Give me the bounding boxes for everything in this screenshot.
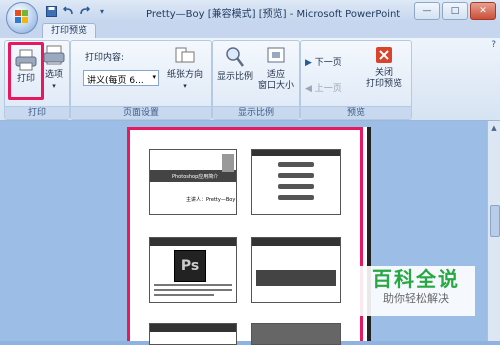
print-button[interactable]: 打印 [8, 42, 44, 100]
print-area-highlight [127, 127, 363, 341]
orientation-button[interactable]: 纸张方向 ▾ [163, 45, 207, 92]
quick-access-toolbar: ▾ [44, 4, 109, 18]
group-preview-label: 预览 [301, 106, 411, 119]
close-button[interactable]: ✕ [470, 2, 496, 20]
arrow-right-icon: ▶ [305, 58, 312, 68]
dropdown-arrow-icon: ▾ [183, 82, 187, 90]
group-page-setup: 打印内容: 讲义(每页 6... ▾ 纸张方向 ▾ 页面设置 [70, 40, 212, 120]
prev-page-label: 上一页 [314, 84, 342, 94]
next-page-button[interactable]: ▶ 下一页 [305, 55, 355, 68]
group-print-label: 打印 [5, 106, 69, 119]
dropdown-arrow-icon: ▾ [52, 82, 56, 90]
undo-icon[interactable] [61, 4, 75, 18]
options-icon [43, 45, 65, 65]
close-preview-label-1: 关闭 [374, 68, 393, 78]
chevron-down-icon: ▾ [152, 73, 156, 81]
office-button[interactable] [6, 2, 38, 34]
scroll-up-icon[interactable]: ▲ [489, 123, 499, 133]
scrollbar-thumb[interactable] [490, 205, 500, 237]
close-preview-button[interactable]: 关闭 打印预览 [359, 45, 409, 90]
minimize-button[interactable]: — [414, 2, 440, 20]
window-controls: — □ ✕ [414, 2, 496, 20]
watermark-title: 百科全说 [372, 267, 460, 291]
close-icon [376, 47, 392, 63]
print-content-label: 打印内容: [85, 53, 125, 63]
help-icon[interactable]: ? [491, 40, 496, 50]
group-print: 打印 选项 ▾ 打印 [4, 40, 70, 120]
zoom-button-label: 显示比例 [216, 72, 253, 82]
group-page-setup-label: 页面设置 [71, 106, 211, 119]
zoom-button[interactable]: 显示比例 [215, 45, 255, 83]
print-content-value: 讲义(每页 6... [87, 76, 144, 86]
fit-window-label-1: 适应 [266, 70, 285, 80]
window-title: Pretty—Boy [兼容模式] [预览] - Microsoft Power… [146, 9, 401, 20]
print-button-label: 打印 [16, 74, 35, 84]
ribbon-tab-row: 打印预览 [0, 22, 500, 39]
options-button[interactable]: 选项 ▾ [41, 45, 67, 97]
group-preview: ▶ 下一页 ◀ 上一页 关闭 打印预览 预览 [300, 40, 412, 120]
vertical-scrollbar[interactable]: ▲ [487, 121, 500, 341]
maximize-button[interactable]: □ [442, 2, 468, 20]
fit-to-window-icon [267, 47, 285, 63]
page-orientation-icon [175, 47, 195, 63]
save-icon[interactable] [44, 4, 58, 18]
printer-icon [15, 49, 37, 71]
print-content-select[interactable]: 讲义(每页 6... ▾ [83, 70, 159, 86]
options-button-label: 选项 [44, 70, 63, 80]
group-zoom-label: 显示比例 [213, 106, 299, 119]
watermark: 百科全说 助你轻松解决 [357, 266, 475, 316]
group-zoom: 显示比例 适应 窗口大小 显示比例 [212, 40, 300, 120]
customize-qat-icon[interactable]: ▾ [95, 4, 109, 18]
next-page-label: 下一页 [314, 58, 342, 68]
orientation-label: 纸张方向 [166, 70, 203, 80]
arrow-left-icon: ◀ [305, 84, 312, 94]
tab-print-preview[interactable]: 打印预览 [42, 23, 97, 39]
watermark-subtitle: 助你轻松解决 [383, 292, 449, 305]
magnifier-icon [226, 47, 244, 67]
ribbon: 打印 选项 ▾ 打印 打印内容: 讲义(每页 6... ▾ 纸张方向 ▾ 页面设… [0, 38, 500, 121]
fit-window-button[interactable]: 适应 窗口大小 [255, 45, 297, 92]
prev-page-button[interactable]: ◀ 上一页 [305, 81, 355, 94]
close-preview-label-2: 打印预览 [365, 79, 402, 89]
office-logo-icon [15, 10, 29, 24]
fit-window-label-2: 窗口大小 [257, 81, 294, 91]
title-bar: ▾ Pretty—Boy [兼容模式] [预览] - Microsoft Pow… [0, 0, 500, 23]
redo-icon[interactable] [78, 4, 92, 18]
